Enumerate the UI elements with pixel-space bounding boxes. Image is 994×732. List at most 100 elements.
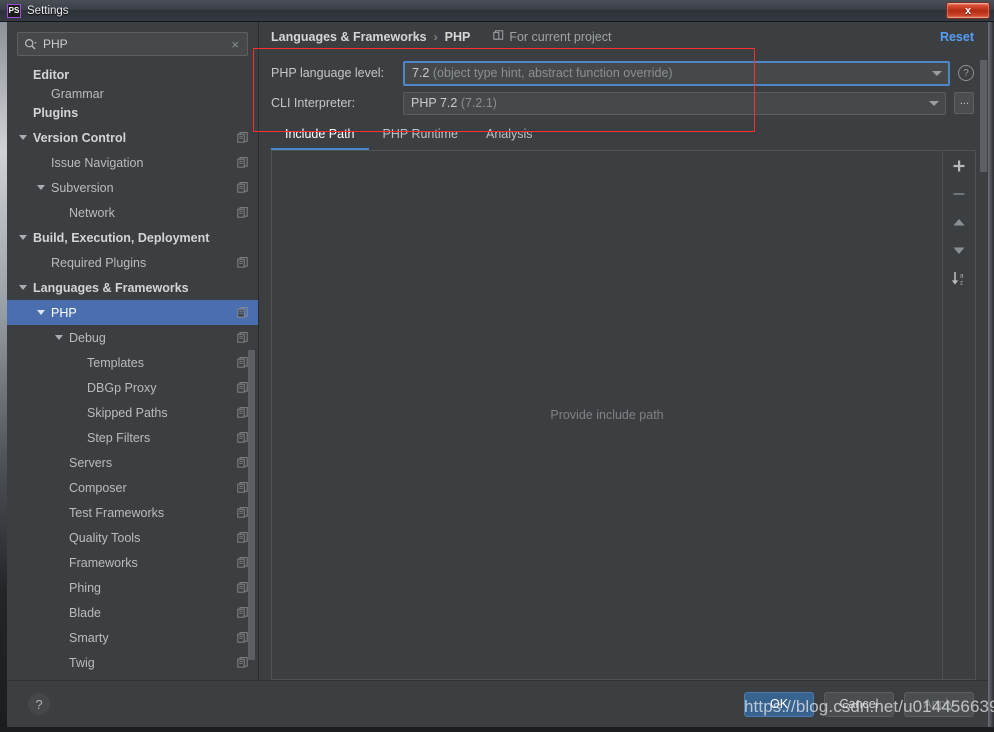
sidebar-item-label: Build, Execution, Deployment <box>33 230 210 245</box>
project-scope-badge-icon <box>237 182 248 193</box>
sort-az-icon[interactable]: az <box>949 270 969 286</box>
sidebar-item-skipped-paths[interactable]: Skipped Paths <box>7 400 258 425</box>
php-language-level-combo[interactable]: 7.2 (object type hint, abstract function… <box>403 60 950 86</box>
project-scope-badge-icon <box>237 507 248 518</box>
tab-analysis[interactable]: Analysis <box>472 127 547 150</box>
sidebar-item-network[interactable]: Network <box>7 200 258 225</box>
sidebar-item-version-control[interactable]: Version Control <box>7 125 258 150</box>
phpstorm-app-icon: PS <box>7 3 21 18</box>
sidebar-item-label: Composer <box>69 480 127 495</box>
help-button[interactable]: ? <box>28 693 50 715</box>
breadcrumb-separator-icon: › <box>433 30 438 44</box>
settings-dialog-window: PS Settings x PHP × Editor Grammar Plugi… <box>0 0 994 732</box>
settings-dialog: PHP × Editor Grammar Plugins Version Contro… <box>7 22 988 727</box>
settings-content-pane: Languages & Frameworks › PHP For current… <box>253 22 988 680</box>
sidebar-item-grammar[interactable]: Grammar <box>7 87 258 100</box>
chevron-down-icon[interactable] <box>19 135 27 140</box>
project-scope-badge-icon <box>237 532 248 543</box>
apply-button[interactable]: Apply <box>904 691 974 717</box>
sidebar-item-languages-frameworks[interactable]: Languages & Frameworks <box>7 275 258 300</box>
breadcrumb-parent[interactable]: Languages & Frameworks <box>271 30 427 44</box>
sidebar-item-label: Servers <box>69 455 113 470</box>
sidebar-item-quality-tools[interactable]: Quality Tools <box>7 525 258 550</box>
scope-label: For current project <box>509 30 612 44</box>
remove-icon[interactable] <box>949 186 969 202</box>
sidebar-item-composer[interactable]: Composer <box>7 475 258 500</box>
include-path-panel-wrap: Provide include path az <box>259 150 988 680</box>
chevron-down-icon[interactable] <box>55 335 63 340</box>
sidebar-item-plugins[interactable]: Plugins <box>7 100 258 125</box>
php-language-level-help-icon[interactable]: ? <box>958 65 974 81</box>
sidebar-item-frameworks[interactable]: Frameworks <box>7 550 258 575</box>
cancel-button[interactable]: Cancel <box>824 691 894 717</box>
cli-interpreter-row: CLI Interpreter: PHP 7.2 (7.2.1) ... <box>271 88 974 118</box>
titlebar-left-group: PS Settings <box>0 3 69 18</box>
sidebar-item-servers[interactable]: Servers <box>7 450 258 475</box>
sidebar-item-smarty[interactable]: Smarty <box>7 625 258 650</box>
content-scrollbar-thumb[interactable] <box>980 60 987 172</box>
project-scope-badge-icon <box>237 632 248 643</box>
cli-interpreter-label: CLI Interpreter: <box>271 96 356 110</box>
window-close-button[interactable]: x <box>946 2 990 19</box>
search-input[interactable]: PHP × <box>17 32 248 56</box>
sidebar-item-subversion[interactable]: Subversion <box>7 175 258 200</box>
sidebar-item-issue-navigation[interactable]: Issue Navigation <box>7 150 258 175</box>
sidebar-item-label: PHP <box>51 305 77 320</box>
project-scope-badge-icon <box>237 382 248 393</box>
sidebar-item-phing[interactable]: Phing <box>7 575 258 600</box>
sidebar-item-build-execution-deployment[interactable]: Build, Execution, Deployment <box>7 225 258 250</box>
sidebar-item-label: Network <box>69 205 115 220</box>
chevron-down-icon[interactable] <box>19 235 27 240</box>
tab-include-path[interactable]: Include Path <box>271 127 369 150</box>
php-language-level-value-hint: (object type hint, abstract function ove… <box>432 66 673 80</box>
chevron-down-icon[interactable] <box>19 285 27 290</box>
tab-php-runtime[interactable]: PHP Runtime <box>369 127 473 150</box>
sidebar-item-twig[interactable]: Twig <box>7 650 258 675</box>
content-scrollbar[interactable] <box>979 52 988 632</box>
window-titlebar: PS Settings x <box>0 0 994 22</box>
sidebar-item-test-frameworks[interactable]: Test Frameworks <box>7 500 258 525</box>
sidebar-item-editor[interactable]: Editor <box>7 62 258 87</box>
sidebar-item-dbgp-proxy[interactable]: DBGp Proxy <box>7 375 258 400</box>
sidebar-item-label: Templates <box>87 355 144 370</box>
footer-button-group: OK Cancel Apply <box>744 691 974 717</box>
clear-search-icon[interactable]: × <box>229 37 241 52</box>
project-scope-badge-icon <box>237 332 248 343</box>
settings-tree-list: Editor Grammar Plugins Version Control Issue… <box>7 62 258 675</box>
php-language-level-chevron-down-icon[interactable] <box>926 63 948 84</box>
sidebar-item-php[interactable]: PHP <box>7 300 258 325</box>
cli-interpreter-combo[interactable]: PHP 7.2 (7.2.1) <box>403 91 946 115</box>
cli-interpreter-browse-button[interactable]: ... <box>954 92 974 114</box>
sidebar-item-label: Languages & Frameworks <box>33 280 189 295</box>
sidebar-item-required-plugins[interactable]: Required Plugins <box>7 250 258 275</box>
sidebar-item-label: Issue Navigation <box>51 155 144 170</box>
chevron-down-icon[interactable] <box>37 185 45 190</box>
sidebar-item-blade[interactable]: Blade <box>7 600 258 625</box>
sidebar-scrollbar-thumb[interactable] <box>248 350 255 660</box>
breadcrumb-current: PHP <box>444 30 471 44</box>
sidebar-item-label: Grammar <box>51 87 104 100</box>
ok-button[interactable]: OK <box>744 691 814 717</box>
php-language-level-value: 7.2 (object type hint, abstract function… <box>412 66 926 80</box>
cli-interpreter-chevron-down-icon[interactable] <box>923 93 945 114</box>
sidebar-item-label: Plugins <box>33 105 79 120</box>
search-row: PHP × <box>7 22 258 60</box>
sidebar-item-debug[interactable]: Debug <box>7 325 258 350</box>
search-value: PHP <box>43 37 68 51</box>
settings-tree[interactable]: Editor Grammar Plugins Version Control Issue… <box>7 60 258 680</box>
chevron-down-icon[interactable] <box>37 310 45 315</box>
project-scope-badge-icon <box>237 407 248 418</box>
include-path-list[interactable]: Provide include path <box>271 150 942 680</box>
reset-link[interactable]: Reset <box>940 30 974 44</box>
breadcrumb: Languages & Frameworks › PHP For current… <box>259 22 988 52</box>
move-down-icon[interactable] <box>949 242 969 258</box>
scope-indicator[interactable]: For current project <box>493 30 611 44</box>
sidebar-item-templates[interactable]: Templates <box>7 350 258 375</box>
project-scope-badge-icon <box>237 307 248 318</box>
php-settings-tabs: Include Path PHP Runtime Analysis <box>259 118 988 150</box>
sidebar-item-label: Frameworks <box>69 555 138 570</box>
project-scope-icon <box>493 30 504 44</box>
move-up-icon[interactable] <box>949 214 969 230</box>
add-icon[interactable] <box>949 158 969 174</box>
sidebar-item-step-filters[interactable]: Step Filters <box>7 425 258 450</box>
